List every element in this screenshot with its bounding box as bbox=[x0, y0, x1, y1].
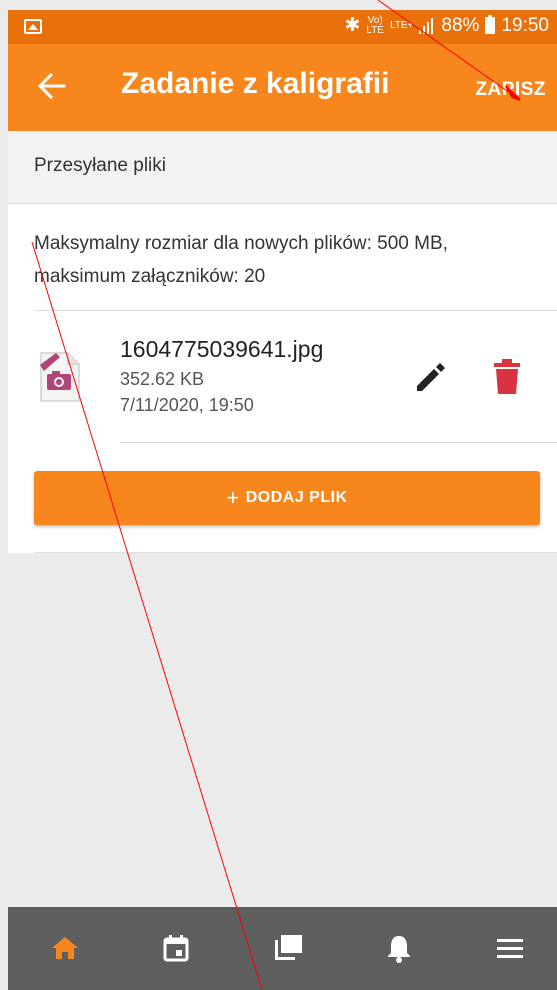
plus-icon: + bbox=[226, 485, 240, 510]
signal-icon bbox=[419, 17, 435, 34]
bluetooth-icon: ✱ bbox=[344, 15, 361, 36]
battery-percent: 88% bbox=[441, 14, 480, 36]
file-date: 7/11/2020, 19:50 bbox=[120, 395, 254, 415]
status-indicators: ✱ Vo) LTE LTE+ 88% 19:50 bbox=[344, 14, 549, 37]
menu-icon[interactable] bbox=[493, 931, 527, 965]
messages-icon[interactable] bbox=[271, 931, 305, 965]
clock: 19:50 bbox=[501, 14, 549, 36]
bell-icon[interactable] bbox=[382, 931, 416, 965]
delete-icon[interactable] bbox=[491, 358, 523, 396]
upload-limits-info: Maksymalny rozmiar dla nowych plików: 50… bbox=[34, 233, 448, 287]
lte-plus-indicator: LTE+ bbox=[389, 19, 414, 31]
file-name: 1604775039641.jpg bbox=[120, 336, 324, 362]
calendar-icon[interactable] bbox=[159, 931, 193, 965]
edit-icon[interactable] bbox=[413, 358, 449, 394]
bottom-navigation bbox=[8, 907, 557, 990]
section-header: Przesyłane pliki bbox=[8, 131, 557, 204]
home-icon[interactable] bbox=[48, 931, 82, 965]
volte-indicator: Vo) LTE bbox=[366, 14, 384, 36]
divider bbox=[34, 310, 557, 311]
add-file-button[interactable]: + DODAJ PLIK bbox=[34, 471, 540, 525]
save-button[interactable]: ZAPISZ bbox=[475, 79, 546, 101]
add-file-label: DODAJ PLIK bbox=[245, 489, 348, 506]
image-file-icon bbox=[40, 352, 80, 402]
file-size: 352.62 KB bbox=[120, 369, 205, 389]
upload-panel: Przesyłane pliki Maksymalny rozmiar dla … bbox=[8, 131, 557, 553]
status-bar: ✱ Vo) LTE LTE+ 88% 19:50 bbox=[8, 10, 557, 44]
divider bbox=[120, 442, 557, 443]
gallery-notification-icon bbox=[24, 19, 42, 34]
battery-icon bbox=[485, 15, 496, 34]
section-title: Przesyłane pliki bbox=[34, 155, 166, 176]
page-title: Zadanie z kaligrafii bbox=[121, 67, 390, 100]
divider bbox=[34, 552, 557, 553]
arrow-left-icon[interactable] bbox=[32, 66, 72, 106]
app-bar: Zadanie z kaligrafii ZAPISZ bbox=[8, 44, 557, 131]
